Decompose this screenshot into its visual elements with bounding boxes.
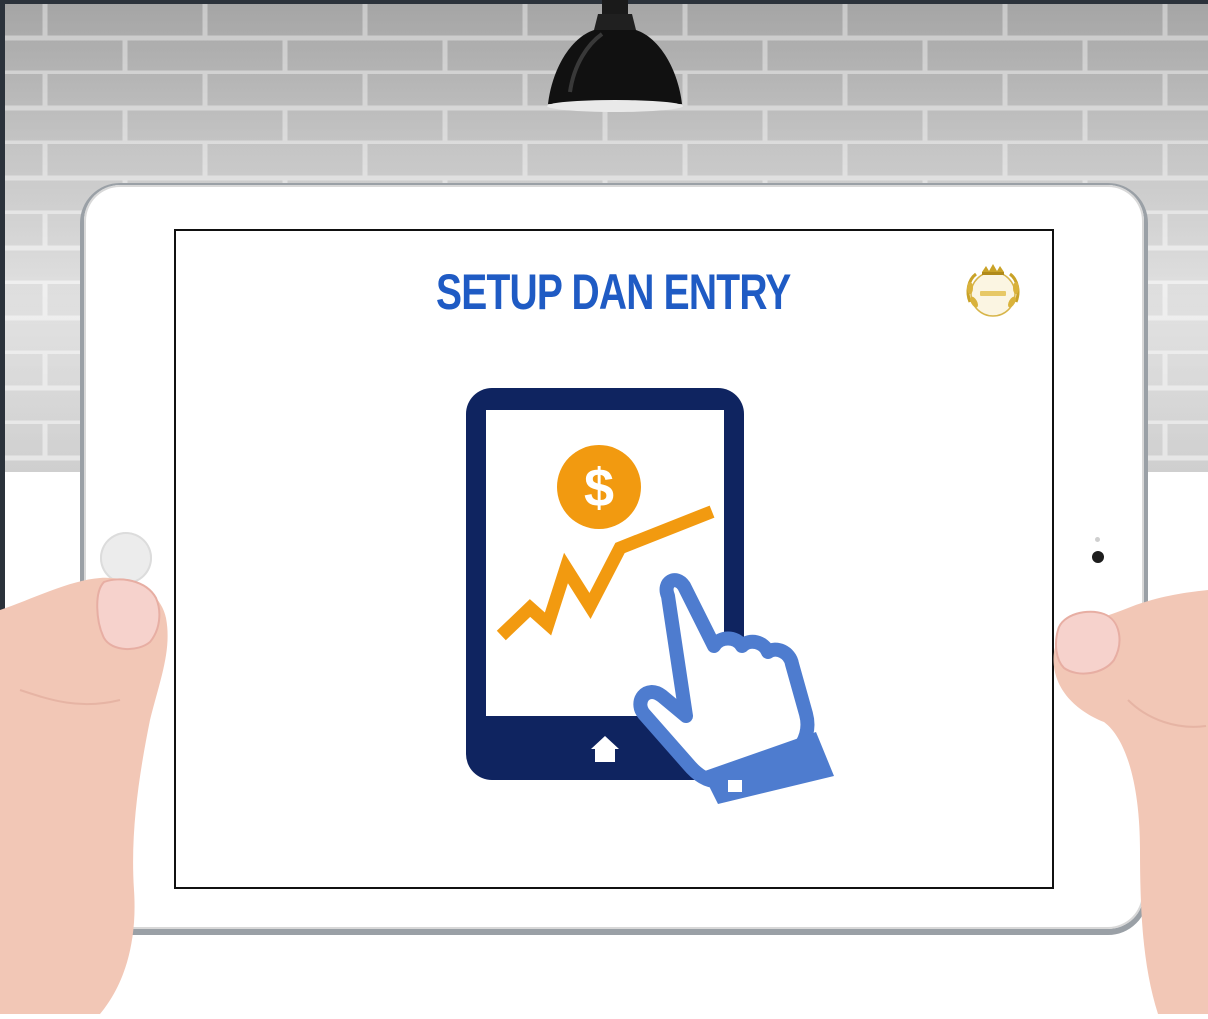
right-hand <box>1048 590 1208 1014</box>
tablet-camera <box>1092 551 1104 563</box>
left-hand <box>0 570 190 1014</box>
gold-laurel-crown-logo <box>960 262 1026 322</box>
slide-title: SETUP DAN ENTRY <box>436 264 791 320</box>
svg-text:$: $ <box>584 458 614 518</box>
dollar-coin-icon: $ <box>557 445 641 529</box>
tablet-sensor <box>1095 537 1100 542</box>
tablet-trading-illustration: $ <box>462 384 844 808</box>
pendant-lamp-icon <box>540 0 690 115</box>
